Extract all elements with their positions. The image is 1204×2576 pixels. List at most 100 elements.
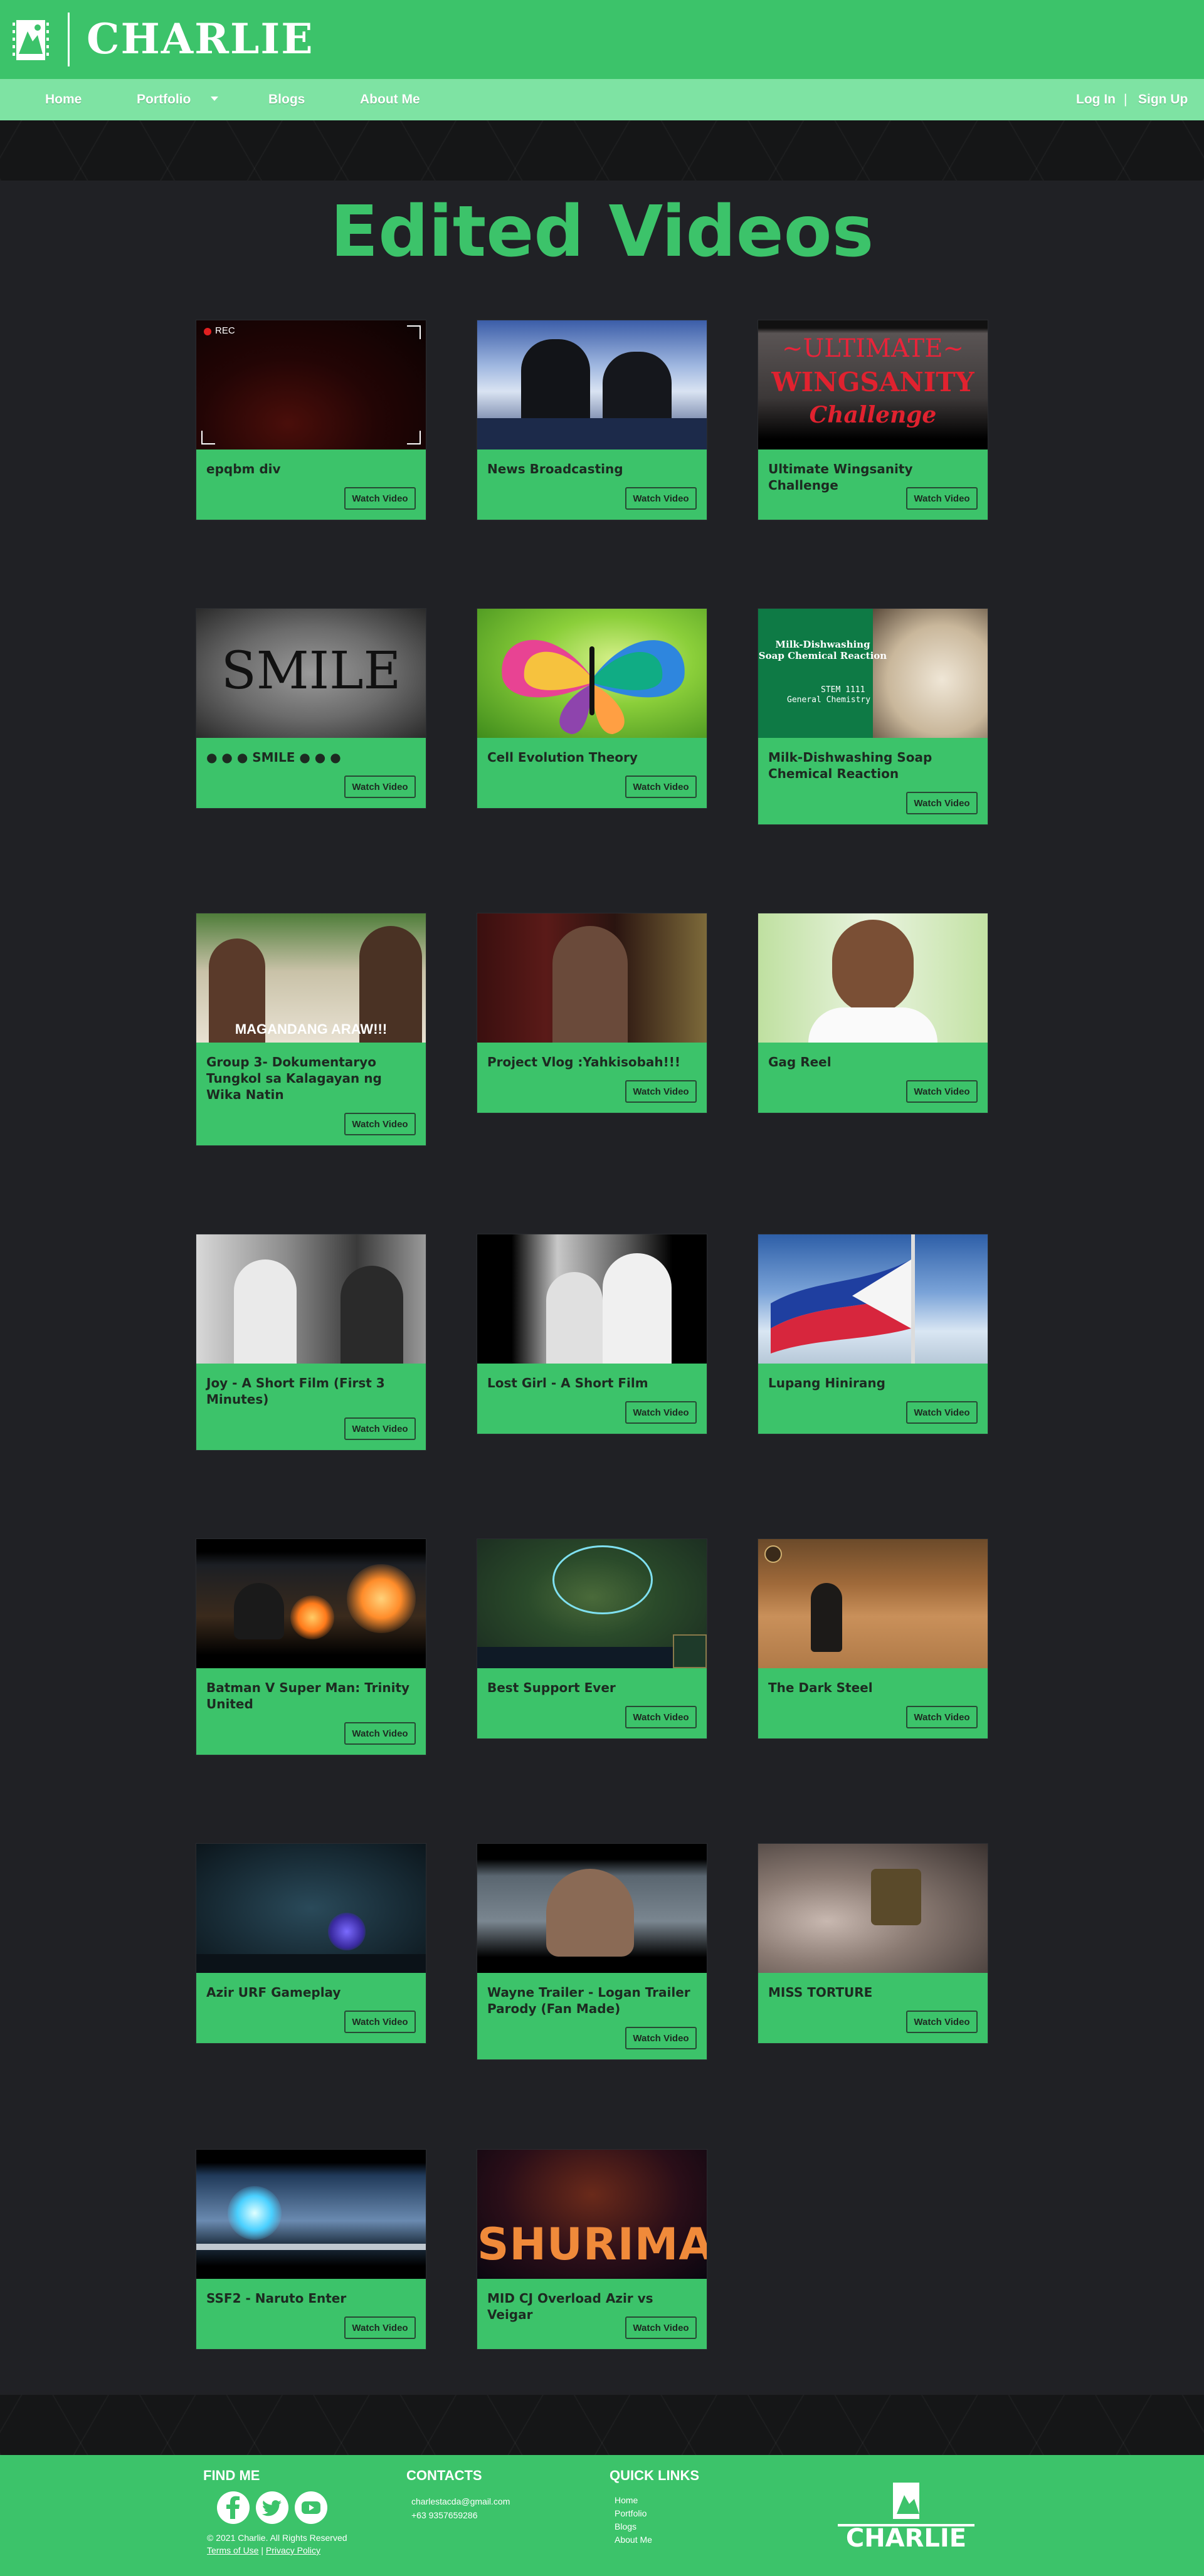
video-thumbnail[interactable] bbox=[196, 1844, 426, 1973]
video-card: Joy - A Short Film (First 3 Minutes) Wat… bbox=[196, 1234, 426, 1451]
nav-home[interactable]: Home bbox=[45, 79, 82, 120]
watch-video-button[interactable]: Watch Video bbox=[906, 2011, 978, 2033]
thumb-title-text: SHURIMA bbox=[477, 2219, 707, 2270]
video-card: News Broadcasting Watch Video bbox=[477, 320, 707, 520]
watch-video-button[interactable]: Watch Video bbox=[906, 1706, 978, 1728]
facebook-icon[interactable] bbox=[217, 2491, 250, 2524]
video-title: Batman V Super Man: Trinity United bbox=[206, 1680, 410, 1711]
minimap bbox=[673, 1634, 707, 1668]
video-thumbnail[interactable]: REC bbox=[196, 320, 426, 449]
character-group bbox=[871, 1869, 921, 1925]
video-thumbnail[interactable]: SHURIMA bbox=[477, 2150, 707, 2279]
fire-glow bbox=[290, 1596, 334, 1639]
watch-video-button[interactable]: Watch Video bbox=[906, 487, 978, 510]
thumb-title-text: SMILE bbox=[221, 641, 401, 701]
dish-image bbox=[873, 609, 988, 738]
privacy-policy-link[interactable]: Privacy Policy bbox=[266, 2545, 320, 2555]
contact-email[interactable]: charlestacda@gmail.com bbox=[411, 2495, 510, 2508]
youtube-icon[interactable] bbox=[295, 2491, 327, 2524]
watch-video-button[interactable]: Watch Video bbox=[625, 487, 697, 510]
nav-separator: | bbox=[1124, 92, 1127, 107]
video-thumbnail[interactable] bbox=[196, 2150, 426, 2279]
watch-video-button[interactable]: Watch Video bbox=[625, 775, 697, 798]
character-figure bbox=[811, 1583, 842, 1652]
watch-video-button[interactable]: Watch Video bbox=[625, 1080, 697, 1103]
video-thumbnail[interactable] bbox=[477, 320, 707, 449]
video-title: epqbm div bbox=[206, 461, 281, 476]
brand-name[interactable]: CHARLIE bbox=[87, 14, 314, 64]
watch-video-button[interactable]: Watch Video bbox=[625, 1706, 697, 1728]
video-card: SMILE ● ● ● SMILE ● ● ● Watch Video bbox=[196, 608, 426, 809]
thumb-subtitle: STEM 1111 bbox=[821, 685, 865, 695]
video-title: The Dark Steel bbox=[768, 1680, 873, 1695]
video-thumbnail[interactable] bbox=[477, 913, 707, 1043]
main-nav: Home Portfolio Blogs About Me Log In | S… bbox=[0, 79, 1204, 120]
video-title: SSF2 - Naruto Enter bbox=[206, 2291, 347, 2306]
nav-sign-up[interactable]: Sign Up bbox=[1138, 79, 1188, 120]
video-thumbnail[interactable] bbox=[758, 1234, 988, 1364]
video-thumbnail[interactable] bbox=[477, 1234, 707, 1364]
watch-video-button[interactable]: Watch Video bbox=[625, 1401, 697, 1424]
video-card: Lupang Hinirang Watch Video bbox=[758, 1234, 988, 1434]
watch-video-button[interactable]: Watch Video bbox=[906, 1401, 978, 1424]
philippine-flag-icon bbox=[771, 1234, 915, 1364]
video-card: REC epqbm div Watch Video bbox=[196, 320, 426, 520]
logo-divider bbox=[68, 13, 70, 66]
video-thumbnail[interactable] bbox=[196, 1234, 426, 1364]
video-thumbnail[interactable] bbox=[758, 913, 988, 1043]
watch-video-button[interactable]: Watch Video bbox=[344, 1417, 416, 1440]
video-card: Milk-Dishwashing Soap Chemical Reaction … bbox=[758, 608, 988, 825]
rasengan-effect bbox=[228, 2186, 282, 2240]
quick-link-portfolio[interactable]: Portfolio bbox=[615, 2507, 652, 2520]
figure-silhouette bbox=[234, 1583, 284, 1639]
video-thumbnail[interactable]: Milk-Dishwashing Soap Chemical Reaction … bbox=[758, 609, 988, 738]
copyright-text: © 2021 Charlie. All Rights Reserved bbox=[207, 2533, 347, 2543]
video-title: Project Vlog :Yahkisobah!!! bbox=[487, 1054, 681, 1070]
stage-floor bbox=[196, 2244, 426, 2250]
legal-links: Terms of Use | Privacy Policy bbox=[207, 2544, 320, 2557]
quick-link-home[interactable]: Home bbox=[615, 2494, 652, 2507]
nav-log-in[interactable]: Log In bbox=[1076, 79, 1116, 120]
watch-video-button[interactable]: Watch Video bbox=[344, 775, 416, 798]
video-card: Gag Reel Watch Video bbox=[758, 913, 988, 1113]
watch-video-button[interactable]: Watch Video bbox=[344, 2316, 416, 2339]
watch-video-button[interactable]: Watch Video bbox=[344, 487, 416, 510]
person-figure bbox=[234, 1259, 297, 1364]
face-figure bbox=[832, 920, 914, 1014]
video-card: SHURIMA MID CJ Overload Azir vs Veigar W… bbox=[477, 2149, 707, 2350]
video-title: Gag Reel bbox=[768, 1054, 832, 1070]
news-desk bbox=[477, 418, 707, 449]
quick-link-about-me[interactable]: About Me bbox=[615, 2533, 652, 2547]
video-thumbnail[interactable] bbox=[477, 609, 707, 738]
watch-video-button[interactable]: Watch Video bbox=[344, 1113, 416, 1135]
caret-down-icon[interactable] bbox=[211, 97, 218, 101]
watch-video-button[interactable]: Watch Video bbox=[906, 792, 978, 814]
video-title: Azir URF Gameplay bbox=[206, 1985, 341, 2000]
video-thumbnail[interactable]: MAGANDANG ARAW!!! bbox=[196, 913, 426, 1043]
video-thumbnail[interactable] bbox=[477, 1539, 707, 1668]
watch-video-button[interactable]: Watch Video bbox=[625, 2027, 697, 2049]
page-title: Edited Videos bbox=[330, 191, 874, 273]
video-thumbnail[interactable] bbox=[758, 1539, 988, 1668]
video-thumbnail[interactable] bbox=[758, 1844, 988, 1973]
video-thumbnail[interactable]: SMILE bbox=[196, 609, 426, 738]
nav-portfolio[interactable]: Portfolio bbox=[137, 79, 191, 120]
thumb-title-text: Challenge bbox=[809, 402, 937, 428]
video-title: ● ● ● SMILE ● ● ● bbox=[206, 750, 341, 765]
video-card: SSF2 - Naruto Enter Watch Video bbox=[196, 2149, 426, 2350]
video-thumbnail[interactable]: ~ULTIMATE~ WINGSANITY Challenge bbox=[758, 320, 988, 449]
video-title: Lupang Hinirang bbox=[768, 1375, 885, 1391]
film-logo-icon[interactable] bbox=[9, 16, 53, 64]
watch-video-button[interactable]: Watch Video bbox=[344, 1722, 416, 1745]
nav-blogs[interactable]: Blogs bbox=[268, 79, 305, 120]
video-thumbnail[interactable] bbox=[477, 1844, 707, 1973]
video-thumbnail[interactable] bbox=[196, 1539, 426, 1668]
twitter-icon[interactable] bbox=[256, 2491, 288, 2524]
watch-video-button[interactable]: Watch Video bbox=[344, 2011, 416, 2033]
watch-video-button[interactable]: Watch Video bbox=[906, 1080, 978, 1103]
terms-of-use-link[interactable]: Terms of Use bbox=[207, 2545, 258, 2555]
nav-about-me[interactable]: About Me bbox=[360, 79, 420, 120]
person-figure bbox=[603, 1253, 672, 1364]
watch-video-button[interactable]: Watch Video bbox=[625, 2316, 697, 2339]
quick-link-blogs[interactable]: Blogs bbox=[615, 2520, 652, 2533]
